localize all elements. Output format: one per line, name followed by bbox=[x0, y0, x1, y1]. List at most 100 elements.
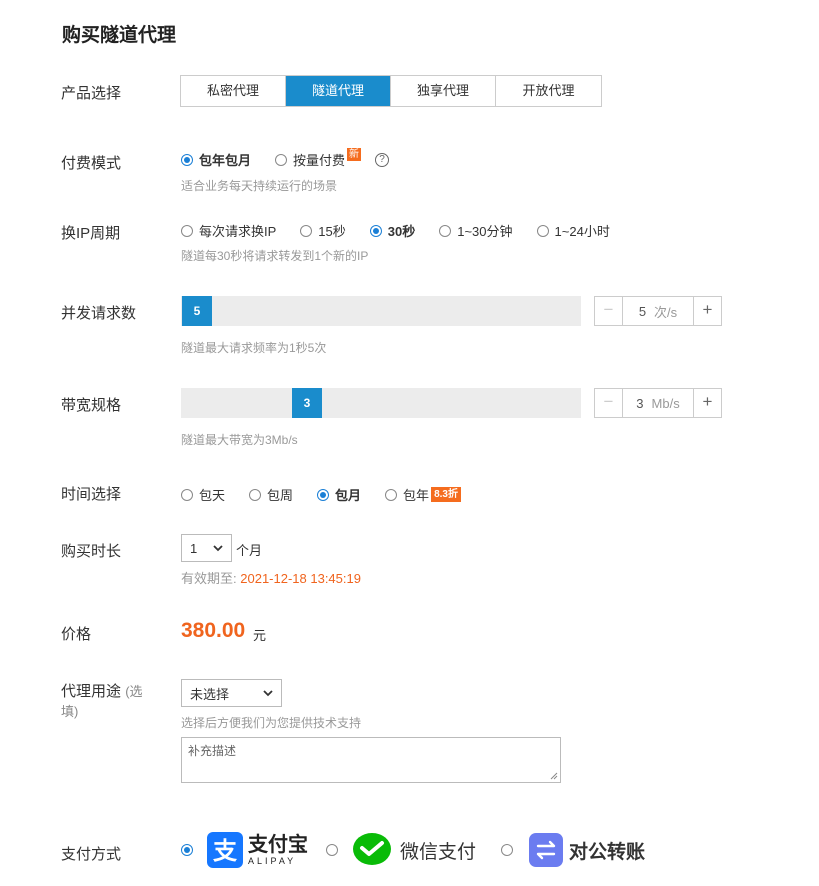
time-choice-label: 时间选择 bbox=[61, 486, 122, 503]
payment-option-bank-transfer[interactable]: 对公转账 bbox=[501, 833, 645, 867]
radio-dot bbox=[181, 224, 193, 237]
payment-option-alipay[interactable]: 支 支付宝 ALIPAY bbox=[181, 832, 308, 868]
stepper-value[interactable]: 3 Mb/s bbox=[623, 389, 693, 417]
time-choice-week[interactable]: 包周 bbox=[249, 485, 293, 504]
help-icon[interactable]: ? bbox=[375, 152, 390, 167]
radio-dot bbox=[300, 224, 313, 237]
bank-transfer-name: 对公转账 bbox=[569, 841, 646, 863]
ip-cycle-options: 每次请求换IP 15秒 30秒 1~30分钟 1~24小时 bbox=[181, 221, 634, 240]
time-choice-option-label: 包天 bbox=[199, 488, 226, 503]
wechat-pay-icon bbox=[353, 833, 391, 865]
radio-dot bbox=[326, 844, 338, 856]
price-unit: 元 bbox=[253, 628, 267, 643]
radio-dot bbox=[317, 488, 330, 501]
usage-select-value: 未选择 bbox=[190, 686, 230, 702]
usage-label-suffix: (选 bbox=[125, 684, 143, 699]
concurrency-slider[interactable]: 5 bbox=[181, 296, 581, 326]
bandwidth-hint: 隧道最大带宽为3Mb/s bbox=[181, 433, 298, 447]
wechat-pay-name: 微信支付 bbox=[400, 841, 477, 863]
bank-transfer-icon bbox=[529, 833, 563, 867]
bandwidth-value: 3 bbox=[636, 395, 644, 411]
payment-radio-bank[interactable] bbox=[501, 844, 519, 856]
textarea-placeholder: 补充描述 bbox=[188, 744, 237, 758]
time-choice-day[interactable]: 包天 bbox=[181, 485, 225, 504]
billing-options: 包年包月 按量付费 新 ? bbox=[181, 148, 390, 169]
increment-button[interactable]: + bbox=[693, 297, 721, 325]
billing-option-pay-as-you-go[interactable]: 按量付费 新 bbox=[275, 148, 362, 169]
radio-dot bbox=[369, 224, 382, 237]
ip-cycle-30s[interactable]: 30秒 bbox=[369, 221, 415, 240]
billing-option-yearly-monthly[interactable]: 包年包月 bbox=[181, 150, 251, 169]
tab-dedicated-proxy[interactable]: 独享代理 bbox=[391, 76, 496, 106]
increment-button[interactable]: + bbox=[693, 389, 721, 417]
product-tabs: 私密代理 隧道代理 独享代理 开放代理 bbox=[180, 75, 602, 107]
chevron-down-icon bbox=[213, 544, 223, 551]
alipay-wordmark: 支付宝 ALIPAY bbox=[248, 835, 308, 866]
radio-dot bbox=[181, 844, 193, 856]
decrement-button[interactable]: − bbox=[595, 389, 623, 417]
payment-label: 支付方式 bbox=[61, 846, 122, 863]
expiry-value: 2021-12-18 13:45:19 bbox=[240, 571, 361, 586]
alipay-name: 支付宝 bbox=[248, 833, 308, 856]
time-choice-option-label: 包周 bbox=[267, 488, 294, 503]
radio-dot bbox=[385, 488, 398, 501]
decrement-button[interactable]: − bbox=[595, 297, 623, 325]
time-choice-year[interactable]: 包年 8.3折 bbox=[385, 485, 461, 504]
concurrency-label: 并发请求数 bbox=[61, 305, 137, 322]
payment-radio-wechat[interactable] bbox=[326, 844, 344, 856]
ip-cycle-label: 换IP周期 bbox=[61, 225, 121, 242]
bandwidth-stepper: − 3 Mb/s + bbox=[594, 388, 722, 418]
billing-label: 付费模式 bbox=[61, 155, 122, 172]
expiry-label: 有效期至: bbox=[181, 571, 237, 586]
usage-description-textarea[interactable]: 补充描述 bbox=[181, 737, 561, 783]
ip-cycle-every-request[interactable]: 每次请求换IP bbox=[181, 221, 276, 240]
time-choice-month[interactable]: 包月 bbox=[317, 485, 361, 504]
resize-grip-icon[interactable] bbox=[550, 772, 558, 780]
radio-dot bbox=[501, 844, 513, 856]
stepper-value[interactable]: 5 次/s bbox=[623, 297, 693, 325]
ip-cycle-hint: 隧道每30秒将请求转发到1个新的IP bbox=[181, 249, 369, 263]
new-badge: 新 bbox=[347, 148, 362, 161]
concurrency-value: 5 bbox=[638, 303, 647, 319]
payment-radio-alipay[interactable] bbox=[181, 844, 199, 856]
usage-label-suffix2: 填) bbox=[61, 704, 79, 719]
time-choice-option-label: 包年 bbox=[403, 488, 430, 503]
radio-dot bbox=[249, 488, 262, 501]
price-value: 380.00 bbox=[181, 619, 246, 642]
discount-badge: 8.3折 bbox=[431, 487, 461, 502]
radio-dot bbox=[181, 488, 193, 501]
billing-hint: 适合业务每天持续运行的场景 bbox=[181, 179, 338, 193]
bandwidth-slider-handle[interactable]: 3 bbox=[292, 388, 322, 418]
ip-cycle-1-24h[interactable]: 1~24小时 bbox=[536, 221, 610, 240]
bandwidth-label: 带宽规格 bbox=[61, 397, 122, 414]
concurrency-slider-handle[interactable]: 5 bbox=[182, 296, 212, 326]
usage-hint: 选择后方便我们为您提供技术支持 bbox=[181, 716, 362, 730]
radio-dot bbox=[439, 224, 452, 237]
ip-cycle-15s[interactable]: 15秒 bbox=[300, 221, 346, 240]
time-choice-option-label: 包月 bbox=[335, 488, 362, 503]
billing-option-label: 包年包月 bbox=[199, 153, 252, 168]
expiry: 有效期至: 2021-12-18 13:45:19 bbox=[181, 568, 361, 587]
duration-select[interactable]: 1 bbox=[181, 534, 232, 562]
bandwidth-slider[interactable]: 3 bbox=[181, 388, 581, 418]
bandwidth-unit: Mb/s bbox=[651, 395, 680, 411]
tab-tunnel-proxy[interactable]: 隧道代理 bbox=[286, 76, 391, 106]
billing-option-label: 按量付费 bbox=[293, 153, 346, 168]
duration-label: 购买时长 bbox=[61, 543, 122, 560]
concurrency-unit: 次/s bbox=[654, 304, 678, 320]
svg-text:支: 支 bbox=[213, 837, 238, 865]
usage-select[interactable]: 未选择 bbox=[181, 679, 282, 707]
duration-unit: 个月 bbox=[236, 543, 263, 558]
concurrency-hint: 隧道最大请求频率为1秒5次 bbox=[181, 341, 327, 355]
ip-cycle-option-label: 每次请求换IP bbox=[199, 224, 277, 239]
radio-dot bbox=[181, 153, 193, 166]
tab-private-proxy[interactable]: 私密代理 bbox=[181, 76, 286, 106]
price-label: 价格 bbox=[61, 626, 92, 643]
concurrency-stepper: − 5 次/s + bbox=[594, 296, 722, 326]
alipay-sub: ALIPAY bbox=[248, 855, 297, 866]
tab-open-proxy[interactable]: 开放代理 bbox=[496, 76, 601, 106]
product-label: 产品选择 bbox=[61, 85, 122, 102]
ip-cycle-1-30min[interactable]: 1~30分钟 bbox=[439, 221, 513, 240]
payment-option-wechat[interactable]: 微信支付 bbox=[326, 832, 476, 868]
ip-cycle-option-label: 1~24小时 bbox=[554, 224, 610, 239]
